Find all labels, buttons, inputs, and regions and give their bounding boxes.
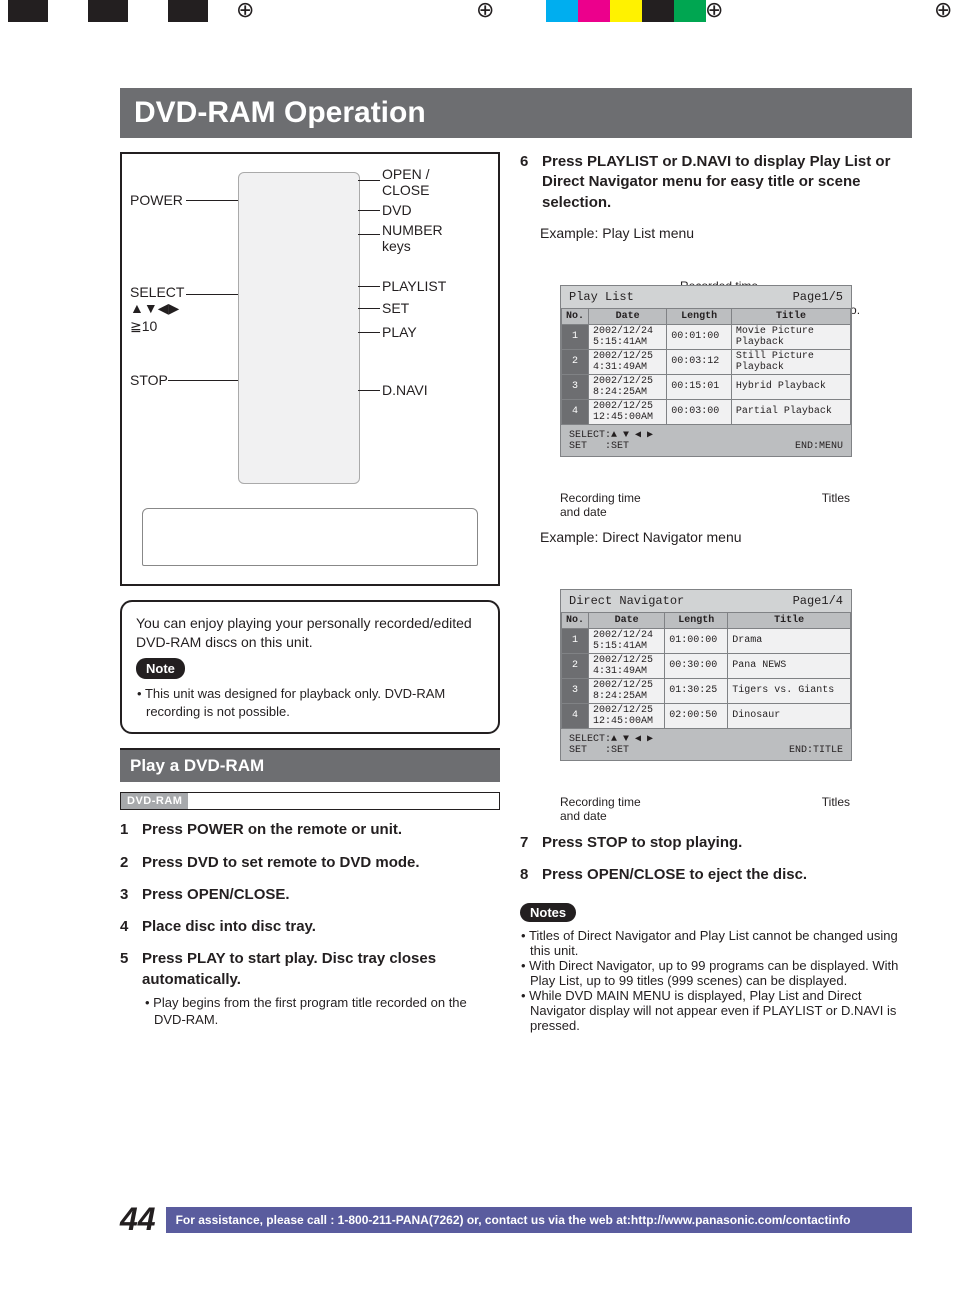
playlist-osd: Play ListPage1/5 No.DateLengthTitle 1200…	[560, 285, 852, 457]
registration-swatches: ⊕⊕⊕⊕	[0, 0, 954, 28]
label-ge10: ≧10	[130, 318, 157, 335]
remote-diagram: POWER SELECT ▲▼◀▶ ≧10 STOP OPEN / CLOSE …	[120, 152, 500, 586]
label-select: SELECT	[130, 284, 184, 300]
dnav-osd: Direct NavigatorPage1/4 No.DateLengthTit…	[560, 589, 852, 761]
page-number: 44	[120, 1201, 156, 1238]
disc-tag-row: DVD-RAM	[120, 792, 500, 810]
dnav-example: Example: Direct Navigator menu	[540, 529, 900, 545]
step5-sub: Play begins from the first program title…	[142, 994, 500, 1029]
note-box: You can enjoy playing your personally re…	[120, 600, 500, 734]
label-open-close: OPEN / CLOSE	[382, 166, 429, 198]
label-power: POWER	[130, 192, 183, 208]
dnav-osd-wrap: Program No. Recorded time length Page No…	[560, 589, 900, 823]
disc-tag: DVD-RAM	[121, 793, 188, 809]
notes-pill: Notes	[520, 903, 576, 922]
steps-left: 1Press POWER on the remote or unit. 2Pre…	[120, 820, 500, 1029]
label-play: PLAY	[382, 324, 417, 340]
steps-right-78: 7Press STOP to stop playing. 8Press OPEN…	[520, 833, 900, 886]
notes-list: Titles of Direct Navigator and Play List…	[520, 928, 900, 1033]
page-title: DVD-RAM Operation	[120, 88, 912, 138]
label-dnavi: D.NAVI	[382, 382, 428, 398]
note-text: This unit was designed for playback only…	[146, 685, 484, 720]
section-title: Play a DVD-RAM	[120, 748, 500, 782]
assist-bar: For assistance, please call : 1-800-211-…	[166, 1207, 912, 1233]
steps-right-6: 6Press PLAYLIST or D.NAVI to display Pla…	[520, 152, 900, 213]
label-select-arrows: ▲▼◀▶	[130, 300, 179, 317]
note-pill: Note	[136, 658, 185, 680]
label-dvd: DVD	[382, 202, 412, 218]
label-set: SET	[382, 300, 409, 316]
label-playlist: PLAYLIST	[382, 278, 446, 294]
note-intro: You can enjoy playing your personally re…	[136, 614, 484, 652]
label-stop: STOP	[130, 372, 168, 388]
playlist-example: Example: Play List menu	[540, 225, 900, 241]
label-number: NUMBER keys	[382, 222, 443, 254]
playlist-osd-wrap: Play List No. Recorded time length Page …	[560, 285, 900, 519]
